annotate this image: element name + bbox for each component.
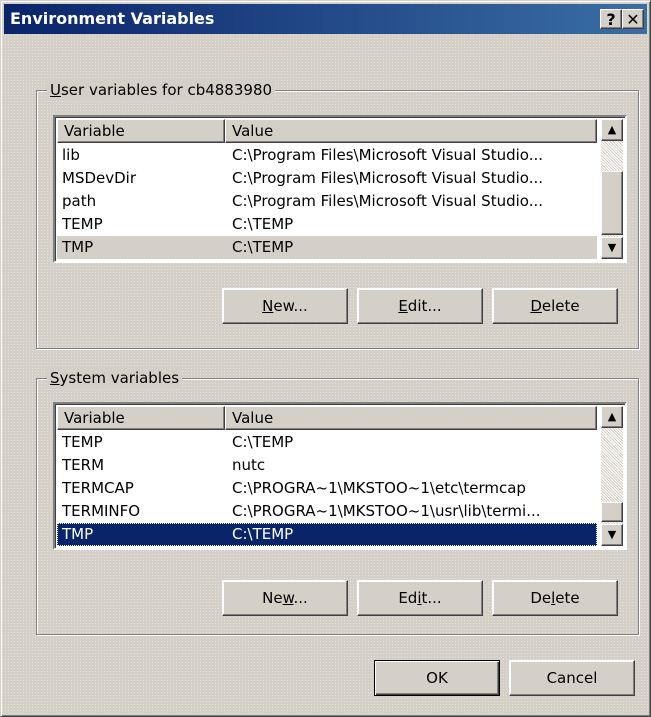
row-variable: TERMCAP — [62, 479, 134, 497]
column-header-value[interactable]: Value — [225, 406, 597, 430]
row-value: C:\TEMP — [232, 215, 294, 233]
row-variable: lib — [62, 146, 80, 164]
row-value: nutc — [232, 456, 266, 474]
column-header-variable[interactable]: Variable — [57, 406, 225, 430]
user-variables-list[interactable]: Variable Value lib C:\Program Files\Micr… — [53, 115, 627, 263]
row-variable: TMP — [62, 525, 94, 543]
list-header: Variable Value — [57, 119, 597, 143]
scroll-thumb[interactable] — [601, 502, 623, 522]
system-edit-button[interactable]: Edit... — [357, 580, 483, 616]
row-value: C:\Program Files\Microsoft Visual Studio… — [232, 146, 544, 164]
system-variables-group: System variables Variable Value TEMP C:\… — [36, 368, 639, 635]
dialog-title: Environment Variables — [10, 9, 215, 28]
table-row[interactable]: TEMP C:\TEMP — [57, 213, 597, 236]
scroll-down-icon[interactable]: ▼ — [601, 237, 623, 259]
row-variable: TERM — [62, 456, 105, 474]
row-value: C:\PROGRA~1\MKSTOO~1\usr\lib\termi... — [232, 502, 541, 520]
system-variables-list[interactable]: Variable Value TEMP C:\TEMP TERM nutc TE… — [53, 402, 627, 550]
row-variable: MSDevDir — [62, 169, 137, 187]
column-header-value[interactable]: Value — [225, 119, 597, 143]
row-value: C:\Program Files\Microsoft Visual Studio… — [232, 169, 544, 187]
help-button[interactable]: ? — [600, 9, 622, 29]
user-variables-label: User variables for cb4883980 — [47, 80, 276, 100]
row-value: C:\Program Files\Microsoft Visual Studio… — [232, 192, 544, 210]
table-row[interactable]: TEMP C:\TEMP — [57, 431, 597, 454]
scroll-thumb[interactable] — [601, 171, 623, 235]
scroll-down-icon[interactable]: ▼ — [601, 524, 623, 546]
row-variable: TEMP — [62, 215, 103, 233]
table-row[interactable]: path C:\Program Files\Microsoft Visual S… — [57, 190, 597, 213]
row-variable: TERMINFO — [62, 502, 141, 520]
table-row[interactable]: TERMINFO C:\PROGRA~1\MKSTOO~1\usr\lib\te… — [57, 500, 597, 523]
column-header-variable[interactable]: Variable — [57, 119, 225, 143]
scroll-up-icon[interactable]: ▲ — [601, 119, 623, 141]
system-new-button[interactable]: New... — [222, 580, 348, 616]
row-value: C:\PROGRA~1\MKSTOO~1\etc\termcap — [232, 479, 526, 497]
vertical-scrollbar[interactable]: ▲ ▼ — [601, 119, 623, 259]
table-row[interactable]: TERM nutc — [57, 454, 597, 477]
row-variable: TEMP — [62, 433, 103, 451]
environment-variables-dialog: Environment Variables ? ✕ User variables… — [0, 0, 651, 717]
row-value: C:\TEMP — [232, 433, 294, 451]
close-button[interactable]: ✕ — [622, 9, 644, 29]
table-row[interactable]: lib C:\Program Files\Microsoft Visual St… — [57, 144, 597, 167]
system-delete-button[interactable]: Delete — [492, 580, 618, 616]
user-new-button[interactable]: New... — [222, 288, 348, 324]
table-row-focused[interactable]: TMP C:\TEMP — [57, 236, 597, 259]
user-delete-button[interactable]: Delete — [492, 288, 618, 324]
scroll-up-icon[interactable]: ▲ — [601, 406, 623, 428]
row-variable: TMP — [62, 238, 94, 256]
list-header: Variable Value — [57, 406, 597, 430]
cancel-button[interactable]: Cancel — [509, 660, 635, 696]
table-row[interactable]: MSDevDir C:\Program Files\Microsoft Visu… — [57, 167, 597, 190]
row-value: C:\TEMP — [232, 525, 294, 543]
vertical-scrollbar[interactable]: ▲ ▼ — [601, 406, 623, 546]
ok-button[interactable]: OK — [374, 660, 500, 696]
row-variable: path — [62, 192, 97, 210]
title-bar[interactable]: Environment Variables ? ✕ — [4, 4, 647, 34]
table-row[interactable]: TERMCAP C:\PROGRA~1\MKSTOO~1\etc\termcap — [57, 477, 597, 500]
system-variables-label: System variables — [47, 368, 183, 388]
row-value: C:\TEMP — [232, 238, 294, 256]
table-row-selected[interactable]: TMP C:\TEMP — [57, 523, 597, 546]
user-variables-group: User variables for cb4883980 Variable Va… — [36, 80, 639, 349]
user-edit-button[interactable]: Edit... — [357, 288, 483, 324]
